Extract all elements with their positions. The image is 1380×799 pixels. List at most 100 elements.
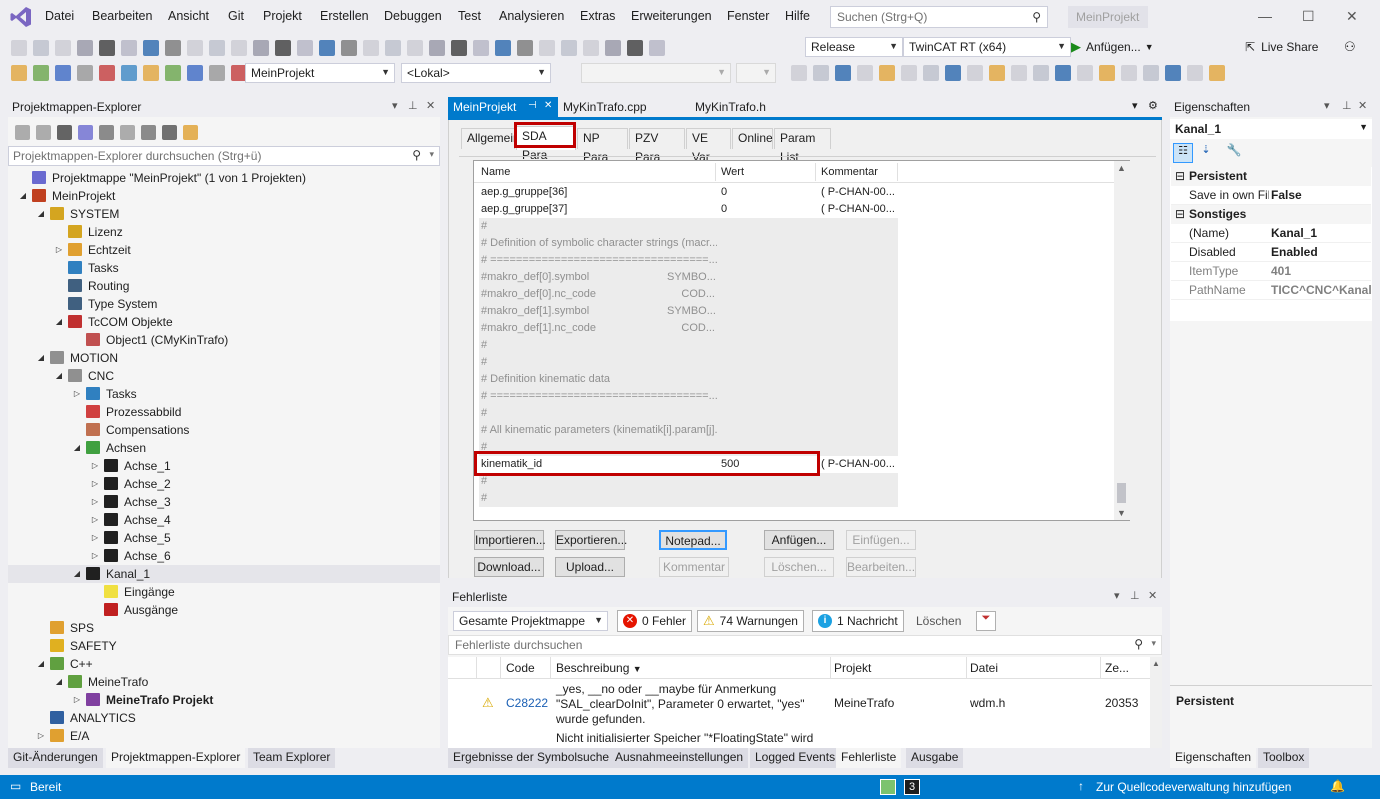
close-panel-icon[interactable]: ✕ bbox=[426, 99, 435, 112]
toolbar-tool-icon[interactable] bbox=[55, 40, 71, 56]
menu-3[interactable]: Git bbox=[228, 9, 244, 23]
categorized-icon[interactable]: ☷ bbox=[1173, 143, 1193, 163]
toolbar-tool-icon[interactable] bbox=[1143, 65, 1159, 81]
grid-row[interactable]: # Definition kinematic data bbox=[479, 371, 898, 388]
tree-item[interactable]: Tasks bbox=[8, 259, 440, 277]
toolbar-tool-icon[interactable] bbox=[517, 40, 533, 56]
status-count-badge[interactable]: 3 bbox=[904, 779, 920, 795]
project-combo[interactable]: MeinProjekt ▼ bbox=[245, 63, 395, 83]
minimize-icon[interactable]: — bbox=[1258, 8, 1272, 24]
property-category[interactable]: ⊟ Sonstiges bbox=[1171, 205, 1371, 224]
tree-item[interactable]: SPS bbox=[8, 619, 440, 637]
tree-item[interactable]: SAFETY bbox=[8, 637, 440, 655]
toolbar-tool-icon[interactable] bbox=[341, 40, 357, 56]
menu-11[interactable]: Fenster bbox=[727, 9, 769, 23]
editor-inner-tab[interactable]: Param List bbox=[774, 128, 831, 164]
toolbar-tool-icon[interactable] bbox=[77, 65, 93, 81]
toolbar-tool-icon[interactable] bbox=[187, 40, 203, 56]
toolbar-tool-icon[interactable] bbox=[297, 40, 313, 56]
tree-item[interactable]: Prozessabbild bbox=[8, 403, 440, 421]
grid-row[interactable]: # bbox=[479, 337, 898, 354]
bottom-tab[interactable]: Logged Events bbox=[750, 748, 841, 768]
property-row[interactable]: (Name) Kanal_1 bbox=[1171, 224, 1371, 243]
grid-header-comment[interactable]: Kommentar bbox=[821, 166, 878, 178]
expand-arrow-icon[interactable]: ▷ bbox=[90, 457, 100, 475]
tree-item[interactable]: ◢ Achsen bbox=[8, 439, 440, 457]
document-tab[interactable]: MyKinTrafo.h bbox=[690, 97, 810, 117]
scrollbar-thumb[interactable] bbox=[1117, 483, 1126, 503]
toolbar-tool-icon[interactable] bbox=[901, 65, 917, 81]
pin-icon[interactable]: ⊣ bbox=[528, 100, 537, 111]
toolbar-tool-icon[interactable] bbox=[275, 40, 291, 56]
expand-arrow-icon[interactable]: ▷ bbox=[54, 241, 64, 259]
property-row[interactable]: Save in own Fil False bbox=[1171, 186, 1371, 205]
tree-item[interactable]: ▷ Achse_2 bbox=[8, 475, 440, 493]
toolbar-tool-icon[interactable] bbox=[1187, 65, 1203, 81]
solution-toolbar-icon[interactable] bbox=[15, 124, 30, 140]
disabled-combo-1[interactable]: ▼ bbox=[581, 63, 731, 83]
menu-5[interactable]: Erstellen bbox=[320, 9, 369, 23]
tree-item[interactable]: ANALYTICS bbox=[8, 709, 440, 727]
alphabetical-icon[interactable]: ⇣ bbox=[1196, 143, 1216, 163]
tree-item[interactable]: Projektmappe "MeinProjekt" (1 von 1 Proj… bbox=[8, 169, 440, 187]
toolbar-tool-icon[interactable] bbox=[1011, 65, 1027, 81]
error-search-input[interactable]: Fehlerliste durchsuchen ⚲ ▾ bbox=[448, 635, 1162, 655]
grid-row[interactable]: #makro_def[1].nc_code COD... bbox=[479, 320, 898, 337]
grid-row[interactable]: #makro_def[1].symbol SYMBO... bbox=[479, 303, 898, 320]
toolbar-tool-icon[interactable] bbox=[99, 40, 115, 56]
menu-1[interactable]: Bearbeiten bbox=[92, 9, 152, 23]
collapse-arrow-icon[interactable]: ◢ bbox=[36, 655, 46, 673]
settings-icon[interactable]: ⚙ bbox=[1148, 99, 1158, 112]
grid-header-name[interactable]: Name bbox=[481, 166, 510, 178]
tree-item[interactable]: Type System bbox=[8, 295, 440, 313]
bottom-tab[interactable]: Fehlerliste bbox=[836, 748, 902, 768]
editor-inner-tab[interactable]: Online bbox=[732, 128, 773, 149]
collapse-arrow-icon[interactable]: ◢ bbox=[36, 349, 46, 367]
tree-item[interactable]: ▷ Echtzeit bbox=[8, 241, 440, 259]
expand-arrow-icon[interactable]: ▷ bbox=[72, 691, 82, 709]
toolbar-tool-icon[interactable] bbox=[253, 40, 269, 56]
toolbar-tool-icon[interactable] bbox=[209, 65, 225, 81]
toolbar-tool-icon[interactable] bbox=[319, 40, 335, 56]
editor-inner-tab[interactable]: VE Var bbox=[686, 128, 731, 164]
solution-toolbar-icon[interactable] bbox=[183, 124, 198, 140]
toolbar-tool-icon[interactable] bbox=[605, 40, 621, 56]
expand-arrow-icon[interactable]: ▷ bbox=[90, 547, 100, 565]
grid-row[interactable]: aep.g_gruppe[36] 0 ( P-CHAN-00... bbox=[479, 184, 898, 201]
toolbar-tool-icon[interactable] bbox=[231, 40, 247, 56]
platform-combo[interactable]: TwinCAT RT (x64) ▼ bbox=[903, 37, 1071, 57]
tree-item[interactable]: Ausgänge bbox=[8, 601, 440, 619]
collapse-arrow-icon[interactable]: ◢ bbox=[54, 673, 64, 691]
tree-item[interactable]: ◢ CNC bbox=[8, 367, 440, 385]
document-tab[interactable]: MyKinTrafo.cpp bbox=[558, 97, 690, 117]
config-combo[interactable]: Release ▼ bbox=[805, 37, 903, 57]
toolbar-tool-icon[interactable] bbox=[473, 40, 489, 56]
bottom-tab[interactable]: Toolbox bbox=[1258, 748, 1310, 768]
visual-studio-logo-icon[interactable] bbox=[10, 6, 32, 28]
collapse-arrow-icon[interactable]: ◢ bbox=[18, 187, 28, 205]
toolbar-tool-icon[interactable] bbox=[33, 65, 49, 81]
grid-scrollbar[interactable]: ▲ ▼ bbox=[1114, 161, 1130, 520]
tree-item[interactable]: Object1 (CMyKinTrafo) bbox=[8, 331, 440, 349]
close-window-icon[interactable]: ✕ bbox=[1346, 8, 1358, 25]
toolbar-tool-icon[interactable] bbox=[945, 65, 961, 81]
tree-item[interactable]: ▷ Achse_3 bbox=[8, 493, 440, 511]
warnings-filter-button[interactable]: ⚠ 74 Warnungen bbox=[697, 610, 804, 632]
add-to-source-control-button[interactable]: Zur Quellcodeverwaltung hinzufügen bbox=[1096, 780, 1291, 794]
toolbar-tool-icon[interactable] bbox=[165, 65, 181, 81]
twincat-mode-icon[interactable] bbox=[880, 779, 896, 795]
toolbar-tool-icon[interactable] bbox=[121, 65, 137, 81]
clear-button[interactable]: Löschen bbox=[916, 614, 961, 628]
solution-toolbar-icon[interactable] bbox=[57, 124, 72, 140]
property-category[interactable]: ⊟ Persistent bbox=[1171, 167, 1371, 186]
toolbar-tool-icon[interactable] bbox=[1099, 65, 1115, 81]
grid-header-value[interactable]: Wert bbox=[721, 166, 744, 178]
solution-toolbar-icon[interactable] bbox=[162, 124, 177, 140]
tree-item[interactable]: Compensations bbox=[8, 421, 440, 439]
error-scrollbar[interactable]: ▲ bbox=[1150, 657, 1162, 748]
grid-row[interactable]: # bbox=[479, 490, 898, 507]
tree-item[interactable]: Eingänge bbox=[8, 583, 440, 601]
notification-bell-icon[interactable]: 🔔 bbox=[1330, 779, 1345, 793]
expand-arrow-icon[interactable]: ▷ bbox=[90, 511, 100, 529]
collapse-arrow-icon[interactable]: ◢ bbox=[36, 205, 46, 223]
